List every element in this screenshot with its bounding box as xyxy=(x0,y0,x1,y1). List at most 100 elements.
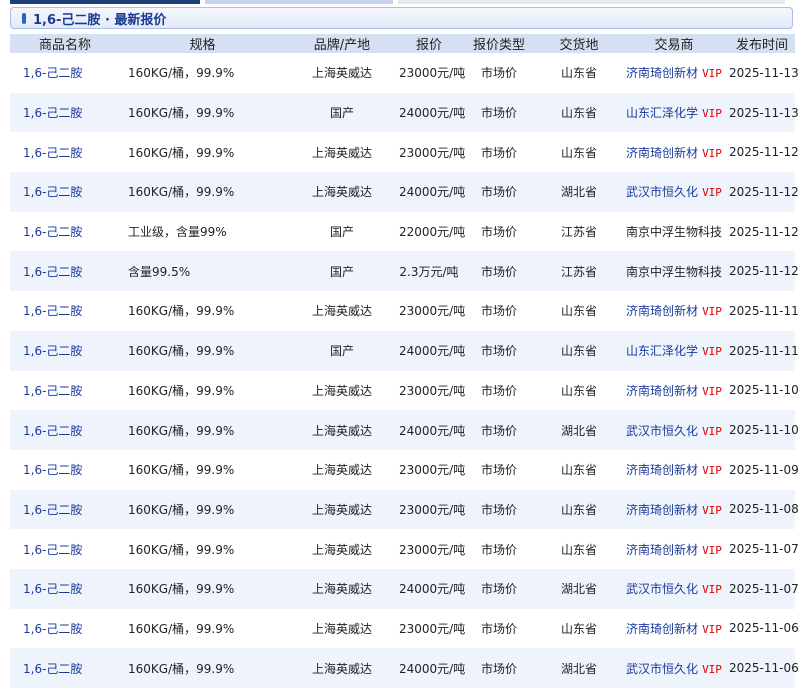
trader[interactable]: 山东汇泽化学 VIP xyxy=(619,92,729,133)
price: 24000元/吨 xyxy=(399,172,465,212)
price: 24000元/吨 xyxy=(399,568,465,609)
price-type: 市场价 xyxy=(480,66,517,81)
spec: 160KG/桶，99.9% xyxy=(120,330,285,371)
trader-link[interactable]: 济南琦创新材 xyxy=(626,463,698,477)
tab[interactable] xyxy=(205,0,393,4)
delivery-place: 湖北省 xyxy=(539,568,619,609)
trader-link[interactable]: 山东汇泽化学 xyxy=(626,344,698,358)
vip-badge: VIP xyxy=(702,384,722,398)
spec: 含量99.5% xyxy=(120,251,285,292)
price-type: 市场价 xyxy=(480,304,517,319)
trader-link[interactable]: 济南琦创新材 xyxy=(626,384,698,398)
delivery-place: 山东省 xyxy=(539,92,619,133)
trader-link[interactable]: 济南琦创新材 xyxy=(626,304,698,318)
trader[interactable]: 济南琦创新材 VIP xyxy=(619,489,729,530)
trader[interactable]: 山东汇泽化学 VIP xyxy=(619,330,729,371)
price: 24000元/吨 xyxy=(399,648,465,688)
spec: 160KG/桶，99.9% xyxy=(128,463,235,478)
trader-link[interactable]: 济南琦创新材 xyxy=(626,66,698,80)
trader-link: 南京中浮生物科技 xyxy=(625,225,722,240)
trader[interactable]: 济南琦创新材 VIP xyxy=(619,529,729,569)
trader[interactable]: 济南琦创新材 VIP xyxy=(619,609,729,649)
product-name-link[interactable]: 1,6-己二胺 xyxy=(10,568,120,609)
publish-date: 2025-11-12 xyxy=(729,172,799,212)
trader-link[interactable]: 武汉市恒久化 xyxy=(626,662,698,676)
spec: 160KG/桶，99.9% xyxy=(128,66,235,81)
delivery-place: 山东省 xyxy=(539,489,619,530)
trader-link[interactable]: 济南琦创新材 xyxy=(626,146,698,160)
product-name-link[interactable]: 1,6-己二胺 xyxy=(10,212,120,252)
trader-link[interactable]: 济南琦创新材 xyxy=(626,543,698,557)
brand: 上海英威达 xyxy=(311,621,372,636)
product-name-link[interactable]: 1,6-己二胺 xyxy=(10,450,120,490)
price-type: 市场价 xyxy=(459,330,539,371)
price-type: 市场价 xyxy=(459,251,539,292)
price: 23000元/吨 xyxy=(399,145,466,160)
trader[interactable]: 济南琦创新材 VIP xyxy=(619,371,729,411)
brand: 上海英威达 xyxy=(311,463,372,478)
column-header: 规格 xyxy=(120,34,285,53)
trader[interactable]: 济南琦创新材 VIP xyxy=(619,291,729,331)
vip-badge: VIP xyxy=(702,464,722,478)
price: 22000元/吨 xyxy=(399,225,466,240)
trader-link[interactable]: 武汉市恒久化 xyxy=(626,424,698,438)
product-name-link[interactable]: 1,6-己二胺 xyxy=(10,132,120,172)
spec: 160KG/桶，99.9% xyxy=(120,92,285,133)
delivery-place: 山东省 xyxy=(539,330,619,371)
table-row: 1,6-己二胺 160KG/桶，99.9% 上海英威达 23000元/吨 市场价 山东省济… xyxy=(10,53,799,93)
trader-link: 南京中浮生物科技 xyxy=(625,264,722,279)
trader[interactable]: 济南琦创新材 VIP xyxy=(619,53,729,93)
trader[interactable]: 武汉市恒久化 VIP xyxy=(619,172,729,212)
spec: 160KG/桶，99.9% xyxy=(120,172,285,212)
tab-active[interactable] xyxy=(10,0,200,4)
tab[interactable] xyxy=(398,0,785,4)
product-name-link[interactable]: 1,6-己二胺 xyxy=(10,330,120,371)
delivery-place: 山东省 xyxy=(560,304,597,319)
table-row: 1,6-己二胺 160KG/桶，99.9% 上海英威达 23000元/吨 市场价 山东省济… xyxy=(10,489,799,530)
price-table: 商品名称 规格 品牌/产地 报价 报价类型 交货地 交易商 发布时间 1,6-己二胺 160KG… xyxy=(10,34,799,688)
product-name-link[interactable]: 1,6-己二胺 xyxy=(10,291,120,331)
trader[interactable]: 济南琦创新材 VIP xyxy=(619,450,729,490)
product-name-link[interactable]: 1,6-己二胺 xyxy=(10,371,120,411)
table-row: 1,6-己二胺 160KG/桶，99.9% 上海英威达 23000元/吨 市场价 山东省济… xyxy=(10,529,799,569)
vip-badge: VIP xyxy=(702,107,722,121)
product-name-link[interactable]: 1,6-己二胺 xyxy=(10,489,120,530)
product-name-link[interactable]: 1,6-己二胺 xyxy=(10,410,120,450)
trader-link[interactable]: 济南琦创新材 xyxy=(626,503,698,517)
trader-link[interactable]: 武汉市恒久化 xyxy=(626,185,698,199)
vip-badge: VIP xyxy=(702,67,722,81)
trader-link[interactable]: 济南琦创新材 xyxy=(626,622,698,636)
price: 23000元/吨 xyxy=(399,489,465,530)
table-row: 1,6-己二胺 160KG/桶，99.9% 上海英威达 23000元/吨 市场价 山东省济… xyxy=(10,371,799,411)
publish-date: 2025-11-09 xyxy=(729,462,799,477)
brand: 上海英威达 xyxy=(285,568,399,609)
publish-date: 2025-11-11 xyxy=(729,330,799,371)
trader[interactable]: 武汉市恒久化 VIP xyxy=(619,648,729,688)
price-type: 市场价 xyxy=(459,489,539,530)
product-name-link[interactable]: 1,6-己二胺 xyxy=(10,251,120,292)
price-type: 市场价 xyxy=(480,621,517,636)
vip-badge: VIP xyxy=(702,543,722,557)
trader[interactable]: 济南琦创新材 VIP xyxy=(619,132,729,172)
trader[interactable]: 武汉市恒久化 VIP xyxy=(619,410,729,450)
price-type: 市场价 xyxy=(459,172,539,212)
product-name-link[interactable]: 1,6-己二胺 xyxy=(10,172,120,212)
product-name-link[interactable]: 1,6-己二胺 xyxy=(10,648,120,688)
price-type: 市场价 xyxy=(459,648,539,688)
product-name-link[interactable]: 1,6-己二胺 xyxy=(10,609,120,649)
trader-link[interactable]: 山东汇泽化学 xyxy=(626,106,698,120)
spec: 160KG/桶，99.9% xyxy=(128,383,235,398)
brand: 国产 xyxy=(285,330,399,371)
price-type: 市场价 xyxy=(480,542,517,557)
table-row: 1,6-己二胺 160KG/桶，99.9% 上海英威达 23000元/吨 市场价 山东省济… xyxy=(10,450,799,490)
brand: 上海英威达 xyxy=(311,383,372,398)
price: 23000元/吨 xyxy=(399,383,466,398)
product-name-link[interactable]: 1,6-己二胺 xyxy=(10,92,120,133)
product-name-link[interactable]: 1,6-己二胺 xyxy=(10,53,120,93)
delivery-place: 湖北省 xyxy=(539,410,619,450)
vip-badge: VIP xyxy=(702,146,722,160)
bullet-icon xyxy=(22,12,26,24)
product-name-link[interactable]: 1,6-己二胺 xyxy=(10,529,120,569)
trader-link[interactable]: 武汉市恒久化 xyxy=(626,582,698,596)
trader[interactable]: 武汉市恒久化 VIP xyxy=(619,568,729,609)
